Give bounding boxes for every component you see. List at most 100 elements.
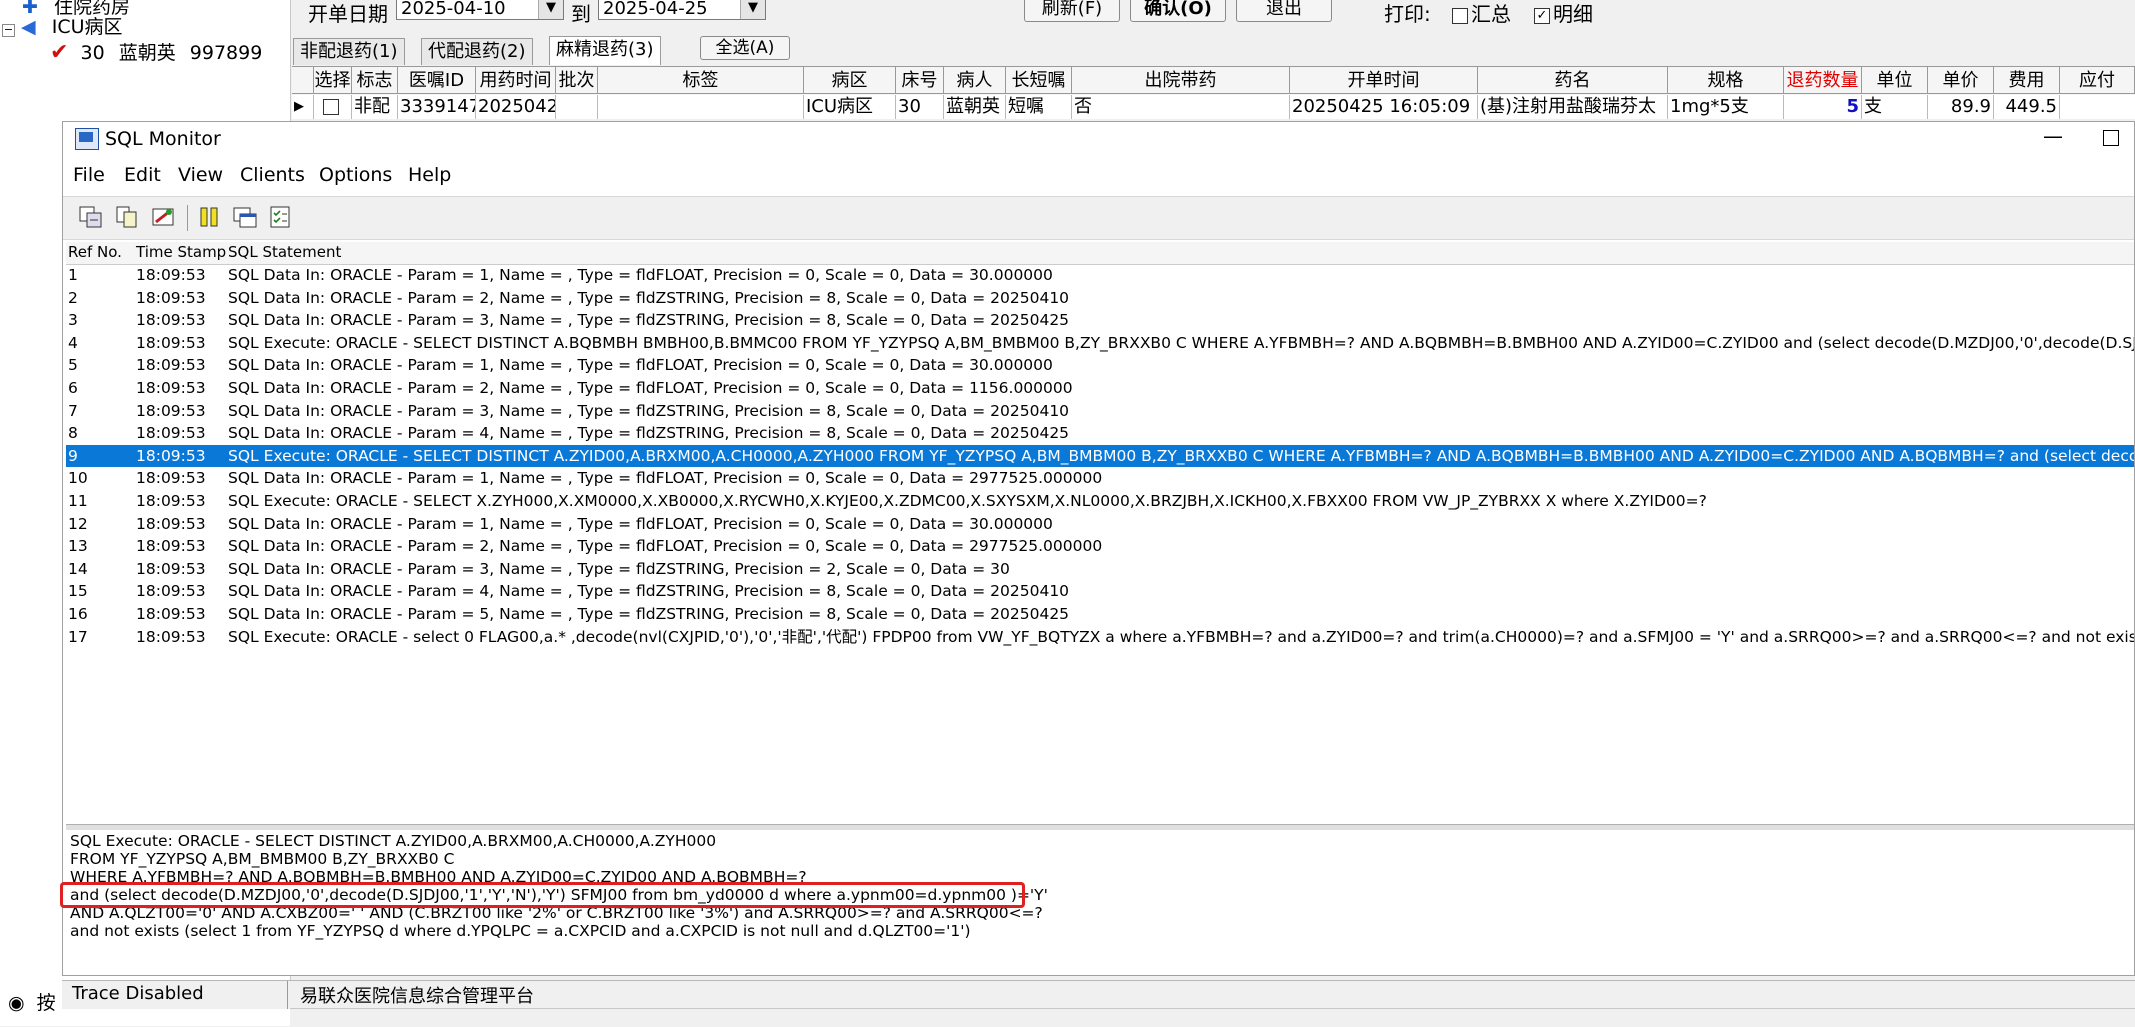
log-row[interactable]: 9 18:09:53 SQL Execute: ORACLE - SELECT DI… [66,444,2134,467]
menu-help[interactable]: Help [408,164,451,186]
sql-detail-pane[interactable]: SQL Execute: ORACLE - SELECT DISTINCT A.… [60,830,2134,940]
cell-bed: 30 [896,95,944,119]
log-row[interactable]: 1 18:09:53 SQL Data In: ORACLE - Param = 1… [66,264,2134,286]
log-time-stamp: 18:09:53 [136,288,206,307]
col-header[interactable]: 出院带药 [1072,67,1290,94]
col-header[interactable]: 病人 [944,67,1006,94]
tab-narcotic[interactable]: 麻精退药(3) [549,36,661,65]
maximize-icon[interactable] [2103,130,2119,146]
log-row[interactable]: 8 18:09:53 SQL Data In: ORACLE - Param = 4… [66,422,2134,444]
tab-non-dispensed[interactable]: 非配退药(1) [293,38,405,65]
log-row[interactable]: 14 18:09:53 SQL Data In: ORACLE - Param = … [66,558,2134,580]
log-row[interactable]: 16 18:09:53 SQL Data In: ORACLE - Param = … [66,603,2134,625]
col-header-return-qty[interactable]: 退药数量 [1784,67,1862,94]
log-row[interactable]: 7 18:09:53 SQL Data In: ORACLE - Param = 3… [66,400,2134,422]
log-row[interactable]: 13 18:09:53 SQL Data In: ORACLE - Param = … [66,535,2134,557]
log-row[interactable]: 17 18:09:53 SQL Execute: ORACLE - select 0… [66,626,2134,648]
select-all-button[interactable]: 全选(A) [700,36,790,60]
print-detail-checkbox[interactable]: ✓ [1534,7,1550,24]
radio-icon[interactable]: ◉ [8,992,25,1014]
sql-monitor-titlebar[interactable]: SQL Monitor — [63,122,2134,158]
log-row[interactable]: 6 18:09:53 SQL Data In: ORACLE - Param = 2… [66,377,2134,399]
clear-icon[interactable] [149,203,177,231]
cell-spec: 1mg*5支 [1668,95,1784,119]
chevron-down-icon[interactable]: ▼ [538,0,563,19]
log-sql-statement: SQL Data In: ORACLE - Param = 1, Name = … [228,356,1053,375]
date-from-field[interactable]: 2025-04-10 ▼ [396,0,564,20]
log-row[interactable]: 12 18:09:53 SQL Data In: ORACLE - Param = … [66,513,2134,535]
sql-monitor-app-icon [75,128,99,150]
save-log-icon[interactable] [77,203,105,231]
col-header[interactable]: 医嘱ID [398,67,476,94]
log-sql-statement: SQL Data In: ORACLE - Param = 4, Name = … [228,424,1070,443]
log-ref-no: 3 [68,311,78,330]
col-header[interactable]: 批次 [556,67,598,94]
col-header[interactable]: 单位 [1862,67,1928,94]
menu-view[interactable]: View [178,164,223,186]
menu-options[interactable]: Options [319,164,392,186]
refresh-button[interactable]: 刷新(F) [1024,0,1120,22]
log-time-stamp: 18:09:53 [136,424,206,443]
col-header[interactable]: 单价 [1928,67,1994,94]
col-header[interactable]: 标志 [352,67,398,94]
confirm-button[interactable]: 确认(O) [1130,0,1226,22]
log-row[interactable]: 2 18:09:53 SQL Data In: ORACLE - Param = 2… [66,287,2134,309]
collapse-icon[interactable]: − [2,24,15,37]
log-time-stamp: 18:09:53 [136,627,206,646]
log-sql-statement: SQL Data In: ORACLE - Param = 4, Name = … [228,582,1070,601]
col-header[interactable]: 病区 [804,67,896,94]
pause-icon[interactable] [195,203,223,231]
log-row[interactable]: 11 18:09:53 SQL Execute: ORACLE - SELECT X… [66,490,2134,512]
col-sql-statement[interactable]: SQL Statement [228,243,341,261]
radio-option[interactable]: ◉ 按 [8,988,56,1015]
detail-line: and not exists (select 1 from YF_YZYPSQ … [70,922,971,940]
open-date-label: 开单日期 [308,2,388,26]
copy-icon[interactable] [113,203,141,231]
log-time-stamp: 18:09:53 [136,379,206,397]
tree-item-ward[interactable]: − ◀ ICU病区 [2,12,123,39]
col-header[interactable]: 床号 [896,67,944,94]
exit-button[interactable]: 退出 [1236,0,1332,22]
col-header[interactable]: 费用 [1994,67,2060,94]
log-sql-statement: SQL Execute: ORACLE - select 0 FLAG00,a.… [228,627,2134,646]
log-time-stamp: 18:09:53 [136,469,206,488]
grid-header: 选择 标志 医嘱ID 用药时间 批次 标签 病区 床号 病人 长短嘱 出院带药 … [292,66,2135,95]
print-detail-option[interactable]: ✓ 明细 [1534,0,1593,27]
date-to-field[interactable]: 2025-04-25 ▼ [598,0,766,20]
log-row[interactable]: 10 18:09:53 SQL Data In: ORACLE - Param = … [66,467,2134,489]
log-time-stamp: 18:09:53 [136,333,206,352]
menu-clients[interactable]: Clients [240,164,305,186]
col-header[interactable]: 规格 [1668,67,1784,94]
log-sql-statement: SQL Data In: ORACLE - Param = 3, Name = … [228,559,1010,578]
tab-proxy-dispensed[interactable]: 代配退药(2) [421,38,533,65]
options-icon[interactable] [267,203,295,231]
col-header[interactable]: 选择 [314,67,352,94]
cell-return-qty[interactable]: 5 [1784,95,1862,119]
log-row[interactable]: 4 18:09:53 SQL Execute: ORACLE - SELECT DI… [66,332,2134,354]
window-icon[interactable] [231,203,259,231]
chevron-down-icon[interactable]: ▼ [740,0,765,19]
col-ref-no[interactable]: Ref No. [68,243,122,261]
col-header[interactable]: 长短嘱 [1006,67,1072,94]
col-header[interactable]: 开单时间 [1290,67,1478,94]
tree-item-patient[interactable]: ✔ 30 蓝朝英 997899 [50,38,262,65]
menu-file[interactable]: File [73,164,105,186]
platform-name: 易联众医院信息综合管理平台 [300,986,534,1007]
col-header[interactable]: 用药时间 [476,67,556,94]
print-summary-checkbox[interactable] [1452,7,1468,24]
col-time-stamp[interactable]: Time Stamp [136,243,226,261]
date-to-value: 2025-04-25 [603,0,708,19]
row-select-checkbox[interactable] [314,95,352,119]
table-row[interactable]: ▶ 非配 33391474 20250424 ICU病区 30 蓝朝英 短嘱 否… [292,95,2135,119]
row-indicator-header [292,67,314,94]
log-row[interactable]: 3 18:09:53 SQL Data In: ORACLE - Param = 3… [66,309,2134,331]
col-header[interactable]: 标签 [598,67,804,94]
log-row[interactable]: 15 18:09:53 SQL Data In: ORACLE - Param = … [66,580,2134,602]
menu-edit[interactable]: Edit [124,164,161,186]
log-row[interactable]: 5 18:09:53 SQL Data In: ORACLE - Param = 1… [66,354,2134,376]
log-ref-no: 2 [68,288,78,307]
minimize-icon[interactable]: — [2043,124,2063,148]
col-header[interactable]: 药名 [1478,67,1668,94]
print-summary-option[interactable]: 汇总 [1452,0,1511,27]
col-header[interactable]: 应付 [2060,67,2135,94]
